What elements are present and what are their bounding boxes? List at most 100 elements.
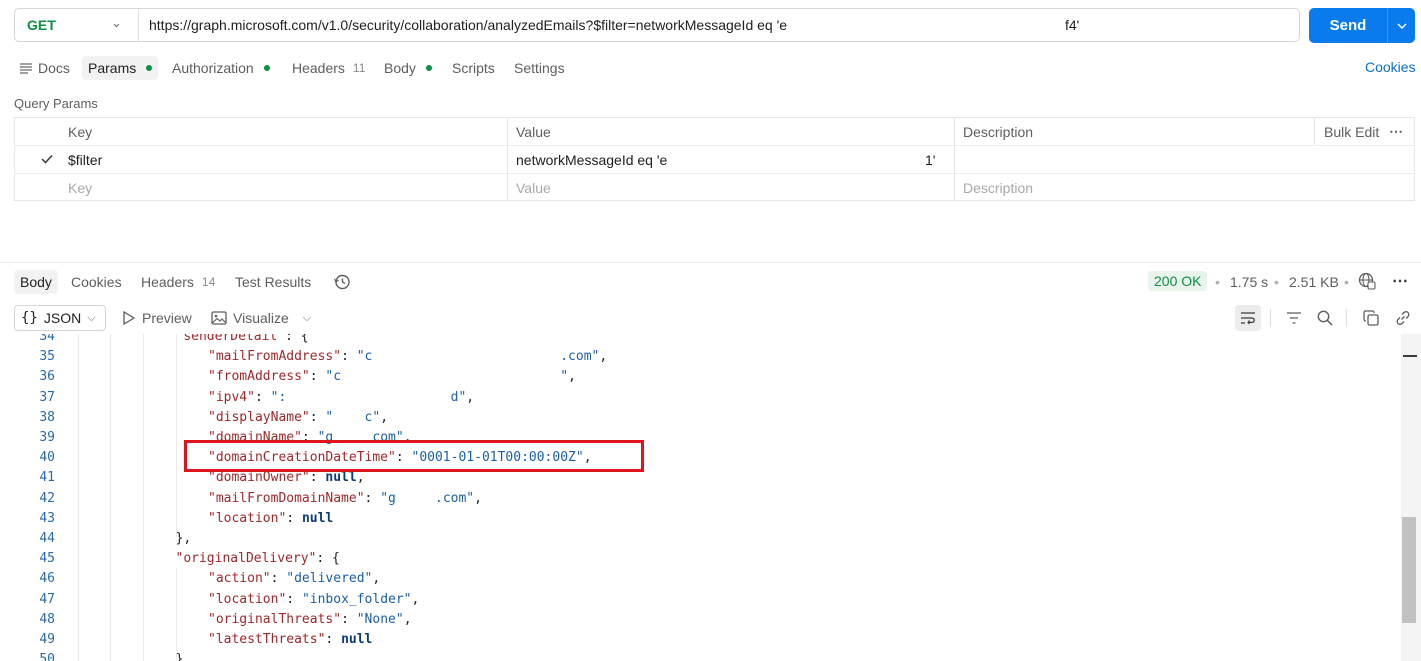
filter-icon[interactable] — [1284, 308, 1304, 328]
code-token: : — [341, 611, 357, 627]
code-token: null — [341, 632, 373, 647]
format-select[interactable]: {} JSON ⌵ — [14, 305, 106, 331]
meta-separator: • — [1215, 274, 1220, 290]
tab-settings[interactable]: Settings — [514, 56, 565, 80]
code-token: : — [325, 632, 342, 647]
link-icon[interactable] — [1393, 308, 1413, 328]
search-icon[interactable] — [1315, 308, 1335, 328]
meta-separator: • — [1344, 274, 1349, 290]
wrap-lines-icon[interactable] — [1235, 305, 1261, 331]
visualize-button[interactable]: Visualize ⌵ — [211, 310, 311, 326]
line-number: 35 — [39, 349, 55, 365]
code-line: 36 "fromAddress": "c ", — [0, 367, 1401, 387]
code-line: 42 "mailFromDomainName": "g .com", — [0, 489, 1401, 509]
code-text: "originalThreats": "None", — [208, 610, 412, 630]
response-tab-test-results[interactable]: Test Results — [235, 270, 311, 294]
key-placeholder[interactable]: Key — [59, 174, 507, 201]
more-options-icon[interactable]: ⋯ — [1385, 118, 1413, 145]
line-number: 50 — [39, 652, 55, 661]
code-token: , — [356, 470, 365, 486]
code-token: "location" — [208, 591, 287, 607]
code-token: , — [466, 389, 475, 405]
url-input[interactable]: https://graph.microsoft.com/v1.0/securit… — [149, 17, 787, 33]
code-token: "ipv4" — [208, 389, 255, 405]
bulk-edit-button[interactable]: Bulk Edit — [1315, 118, 1385, 145]
response-tab-body-label: Body — [20, 274, 52, 290]
tab-headers-label: Headers — [292, 60, 345, 76]
tab-docs[interactable]: Docs — [20, 56, 70, 80]
line-number: 43 — [39, 510, 55, 526]
line-number: 39 — [39, 430, 55, 445]
tab-scripts[interactable]: Scripts — [452, 56, 495, 80]
tab-authorization[interactable]: Authorization — [172, 56, 270, 80]
code-token: , — [474, 490, 482, 506]
code-token: : { — [285, 334, 309, 344]
code-token: d" — [286, 389, 467, 405]
response-divider — [0, 262, 1421, 263]
tab-authorization-label: Authorization — [172, 60, 254, 76]
code-text: "action": "delivered", — [208, 569, 380, 589]
response-size[interactable]: 2.51 KB — [1289, 274, 1339, 290]
code-text: "mailFromAddress": "c .com", — [208, 347, 607, 367]
code-text: "displayName": " c", — [208, 408, 388, 428]
preview-button[interactable]: Preview — [122, 310, 192, 326]
tab-body[interactable]: Body — [384, 56, 432, 80]
preview-label: Preview — [142, 310, 192, 326]
code-token: " c" — [325, 409, 381, 425]
param-value[interactable]: networkMessageId eq 'e 1' — [507, 146, 954, 173]
param-value-text: networkMessageId eq 'e — [516, 151, 668, 168]
tab-headers-count: 11 — [352, 61, 366, 75]
chevron-down-icon[interactable]: ⌵ — [303, 312, 311, 325]
line-number: 40 — [39, 450, 55, 466]
method-select[interactable]: GET ⌄ — [15, 9, 139, 41]
tab-params[interactable]: Params — [82, 56, 159, 80]
row-checkbox[interactable] — [41, 151, 53, 167]
network-globe-icon[interactable] — [1358, 272, 1376, 293]
tab-body-label: Body — [384, 60, 416, 76]
value-placeholder[interactable]: Value — [507, 174, 954, 201]
code-line: 49 "latestThreats": null — [0, 630, 1401, 650]
response-time[interactable]: 1.75 s — [1230, 274, 1268, 290]
line-number: 42 — [39, 490, 55, 506]
scrollbar-thumb[interactable] — [1402, 517, 1416, 623]
code-token: "c — [356, 349, 373, 365]
query-params-title: Query Params — [14, 96, 98, 111]
code-token: }, — [175, 531, 192, 546]
send-button[interactable]: Send — [1309, 8, 1387, 43]
response-tab-body[interactable]: Body — [14, 270, 58, 294]
code-token: "g .com" — [380, 490, 475, 506]
line-number: 36 — [39, 369, 55, 385]
code-token: "fromAddress" — [208, 369, 310, 385]
code-text: "latestThreats": null — [208, 630, 372, 650]
code-line: 43 "location": null — [0, 509, 1401, 529]
code-line: 47 "location": "inbox_folder", — [0, 590, 1401, 610]
param-description[interactable] — [954, 146, 1414, 173]
code-text: "location": null — [208, 509, 333, 529]
line-number: 45 — [39, 551, 55, 567]
response-tab-cookies[interactable]: Cookies — [71, 270, 122, 294]
send-options-chevron-icon[interactable] — [1388, 8, 1415, 43]
response-body-viewer[interactable]: 34 "senderDetail": {35 "mailFromAddress": … — [0, 334, 1401, 661]
chevron-down-icon: ⌄ — [111, 15, 122, 30]
code-token: : { — [316, 551, 340, 567]
response-tab-headers[interactable]: Headers 14 — [141, 270, 215, 294]
cookies-link[interactable]: Cookies — [1365, 59, 1416, 75]
code-token: "action" — [208, 571, 271, 587]
header-value: Value — [516, 123, 551, 140]
line-number: 48 — [39, 611, 55, 627]
code-text: "fromAddress": "c ", — [208, 367, 576, 387]
line-number: 38 — [39, 409, 55, 425]
url-input-tail[interactable]: f4' — [1065, 17, 1079, 33]
description-placeholder[interactable]: Description — [954, 174, 1414, 201]
code-token: : — [341, 349, 357, 365]
format-label: JSON — [43, 310, 82, 326]
response-tab-headers-label: Headers — [141, 274, 194, 290]
more-options-icon[interactable]: ⋯ — [1392, 271, 1408, 291]
param-key[interactable]: $filter — [59, 146, 507, 173]
history-icon[interactable] — [333, 270, 351, 294]
status-badge[interactable]: 200 OK — [1148, 271, 1208, 291]
copy-icon[interactable] — [1361, 308, 1381, 328]
tab-docs-label: Docs — [38, 60, 70, 76]
tab-headers[interactable]: Headers 11 — [292, 56, 365, 80]
toolbar-separator — [1346, 309, 1347, 327]
